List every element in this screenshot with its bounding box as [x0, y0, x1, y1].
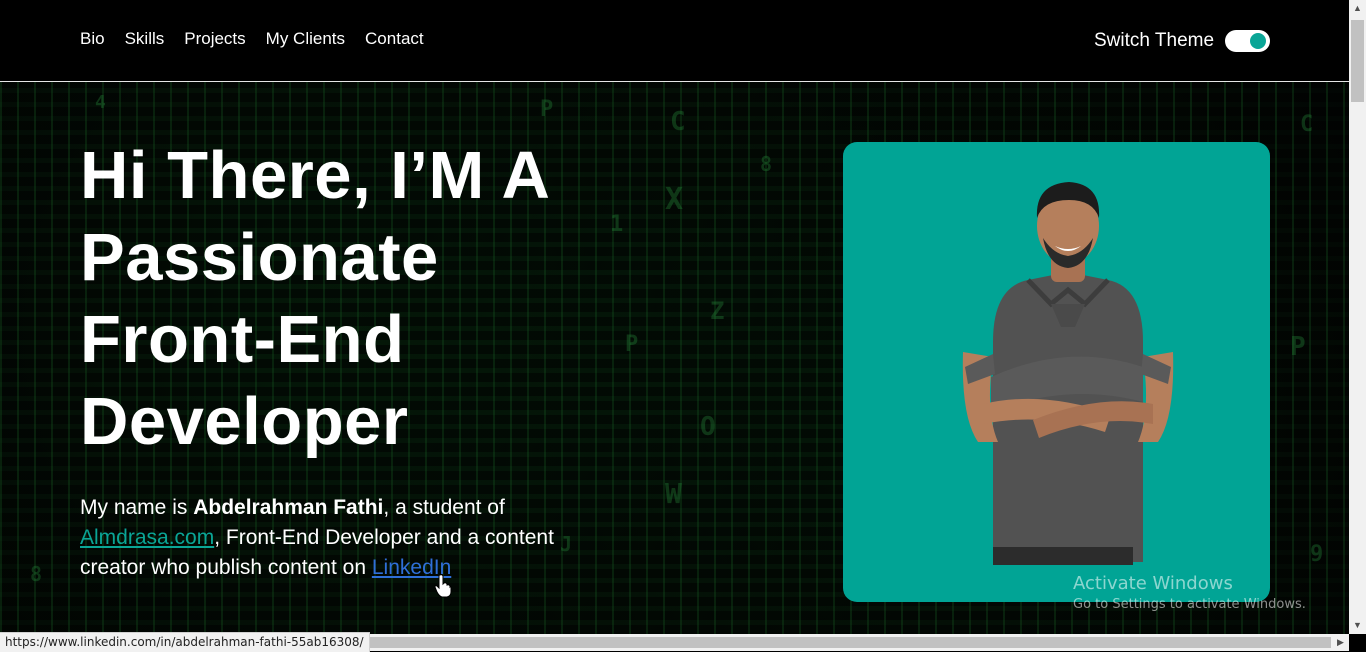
nav-link-skills[interactable]: Skills: [125, 29, 165, 49]
switch-theme-label: Switch Theme: [1094, 30, 1215, 51]
headline-line-2: Passionate: [80, 220, 439, 295]
horizontal-scrollbar-thumb[interactable]: [331, 637, 1331, 648]
theme-toggle-knob: [1250, 33, 1266, 49]
nav-link-my-clients[interactable]: My Clients: [266, 29, 345, 49]
hand-pointer-cursor-icon: [434, 574, 452, 598]
activate-windows-title: Activate Windows: [1073, 573, 1233, 594]
hero-headline: Hi There, I’M A Passionate Front-End Dev…: [80, 135, 550, 463]
nav-link-projects[interactable]: Projects: [184, 29, 245, 49]
link-status-url: https://www.linkedin.com/in/abdelrahman-…: [0, 632, 370, 652]
top-navbar: Bio Skills Projects My Clients Contact S…: [0, 0, 1349, 82]
vertical-scrollbar-thumb[interactable]: [1351, 20, 1364, 102]
scroll-down-arrow-icon[interactable]: ▼: [1353, 620, 1362, 630]
headline-line-4: Developer: [80, 384, 409, 459]
hero-intro: My name is Abdelrahman Fathi, a student …: [80, 493, 620, 583]
headline-line-3: Front-End: [80, 302, 405, 377]
scroll-up-arrow-icon[interactable]: ▲: [1353, 3, 1362, 13]
activate-windows-watermark: Activate Windows Go to Settings to activ…: [1073, 573, 1306, 612]
intro-name: Abdelrahman Fathi: [193, 496, 384, 519]
theme-toggle[interactable]: [1225, 30, 1270, 52]
intro-after-name: , a student of: [383, 496, 505, 519]
intro-prefix: My name is: [80, 496, 194, 519]
nav-link-bio[interactable]: Bio: [80, 29, 105, 49]
headline-line-1: Hi There, I’M A: [80, 138, 551, 213]
profile-photo-card: [843, 142, 1270, 602]
nav-link-contact[interactable]: Contact: [365, 29, 424, 49]
scroll-right-arrow-icon[interactable]: ▶: [1337, 637, 1344, 648]
nav-links: Bio Skills Projects My Clients Contact: [80, 29, 424, 49]
activate-windows-subtitle: Go to Settings to activate Windows.: [1073, 597, 1306, 612]
profile-photo: [962, 182, 1174, 565]
almdrasa-link[interactable]: Almdrasa.com: [80, 526, 214, 549]
